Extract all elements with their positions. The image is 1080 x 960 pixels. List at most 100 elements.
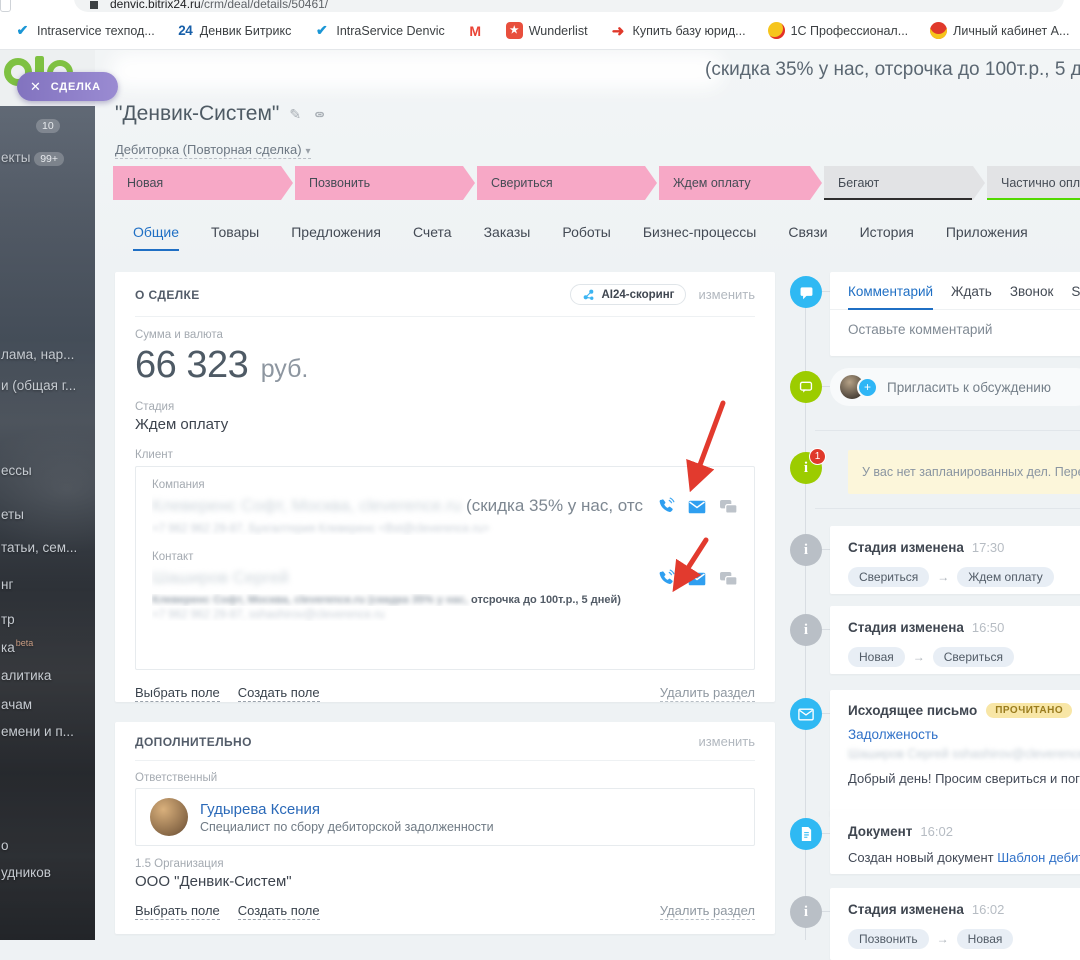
bookmark-1c-professional[interactable]: 1С Профессионал...	[768, 22, 909, 39]
sidebar-feed-badge: 10	[36, 117, 60, 133]
bookmark-buy-database[interactable]: ➜ Купить базу юрид...	[610, 22, 746, 39]
stage-label: Стадия	[135, 401, 755, 413]
tab-quotes[interactable]: Предложения	[291, 224, 381, 251]
timeline-item-outgoing-email[interactable]: Исходящее письмо ПРОЧИТАНО 16:46 Задолже…	[830, 690, 1080, 816]
stage-partially-paid[interactable]: Частично опла	[987, 166, 1080, 200]
company-name[interactable]: Клеверенс Софт, Москва, cleverence.ru (с…	[152, 494, 644, 518]
sidebar-item-reports[interactable]: еты	[1, 507, 24, 522]
email-subject-link[interactable]: Задолженость	[848, 727, 1077, 742]
timeline-item-document[interactable]: Документ16:02 Создан новый документ Шабл…	[830, 810, 1080, 874]
tab-comment[interactable]: Комментарий	[848, 284, 933, 310]
document-link[interactable]: Шаблон дебиторка	[997, 850, 1080, 865]
check-icon: ✔	[14, 22, 31, 39]
phone-icon[interactable]	[656, 569, 675, 588]
tab-invoices[interactable]: Счета	[413, 224, 452, 251]
select-field-link[interactable]: Выбрать поле	[135, 903, 220, 920]
invite-to-discussion[interactable]: + Пригласить к обсуждению	[830, 368, 1080, 406]
sidebar-item-end-analytics[interactable]: алитика	[1, 668, 51, 683]
delete-section-link[interactable]: Удалить раздел	[660, 903, 755, 920]
tab-call[interactable]: Звонок	[1010, 284, 1054, 309]
organization-label: 1.5 Организация	[135, 858, 755, 870]
sidebar-background-photo	[0, 106, 95, 940]
sidebar-item-ads[interactable]: лама, нар...	[1, 347, 74, 362]
ai-scoring-button[interactable]: AI24-скоринг	[570, 284, 686, 305]
bookmark-label: Wunderlist	[529, 24, 588, 38]
arrow-right-icon: →	[937, 932, 949, 946]
create-field-link[interactable]: Создать поле	[238, 903, 320, 920]
sidebar-item-common[interactable]: и (общая г...	[1, 378, 76, 393]
tab-sms[interactable]: SMS	[1071, 284, 1080, 309]
edit-title-icon[interactable]: ✎	[289, 106, 301, 123]
edit-section-link[interactable]: изменить	[698, 287, 755, 302]
additional-card: ДОПОЛНИТЕЛЬНО изменить Ответственный Гуд…	[115, 722, 775, 934]
info-icon: i	[790, 614, 822, 646]
contact-name[interactable]: Шаширов Сергей	[152, 566, 644, 590]
tab-orders[interactable]: Заказы	[484, 224, 531, 251]
create-field-link[interactable]: Создать поле	[238, 685, 320, 702]
edit-section-link[interactable]: изменить	[698, 734, 755, 749]
sidebar-item-analytics-beta[interactable]: каbeta	[1, 638, 33, 655]
sidebar-item-projects[interactable]: екты 99+	[1, 150, 64, 166]
bookmark-intraservice[interactable]: ✔ Intraservice техпод...	[14, 22, 155, 39]
stage-new[interactable]: Новая	[113, 166, 293, 200]
responsible-box: Гудырева Ксения Специалист по сбору деби…	[135, 788, 755, 846]
url-domain: denvic.bitrix24.ru	[110, 0, 201, 11]
delete-section-link[interactable]: Удалить раздел	[660, 685, 755, 702]
address-bar[interactable]: denvic.bitrix24.ru/crm/deal/details/5046…	[74, 0, 1064, 12]
copy-link-icon[interactable]	[311, 107, 326, 122]
bookmark-gmail[interactable]: M	[467, 22, 484, 39]
tab-business-processes[interactable]: Бизнес-процессы	[643, 224, 756, 251]
bookmark-wunderlist[interactable]: ★ Wunderlist	[506, 22, 588, 39]
tab-wait[interactable]: Ждать	[951, 284, 992, 309]
sidebar-item-center[interactable]: тр	[1, 612, 15, 627]
timeline-item-stage-change[interactable]: Стадия изменена16:02 Позвонить → Новая	[830, 888, 1080, 960]
chat-icon[interactable]	[719, 571, 738, 587]
stage-running[interactable]: Бегают	[824, 166, 985, 200]
deal-title-line2: "Денвик-Систем" ✎	[115, 102, 326, 126]
site-favicon	[90, 1, 98, 9]
timeline-item-stage-change[interactable]: Стадия изменена17:30 Свериться → Ждем оп…	[830, 526, 1080, 594]
email-icon[interactable]	[688, 500, 706, 514]
tab-products[interactable]: Товары	[211, 224, 259, 251]
bookmark-bitrix24[interactable]: 24 Денвик Битрикс	[177, 22, 292, 39]
check-icon: ✔	[313, 22, 330, 39]
stage-call[interactable]: Позвонить	[295, 166, 475, 200]
sidebar-item-o[interactable]: о	[1, 838, 9, 853]
notification-badge: 1	[809, 448, 826, 465]
no-planned-activities-banner[interactable]: У вас нет запланированных дел. Передвин	[848, 450, 1080, 494]
tab-apps[interactable]: Приложения	[946, 224, 1028, 251]
stage-verify[interactable]: Свериться	[477, 166, 657, 200]
comment-input[interactable]: Оставьте комментарий	[830, 310, 1080, 349]
chat-icon[interactable]	[719, 499, 738, 515]
bookmark-personal-cabinet[interactable]: Личный кабинет А...	[930, 22, 1069, 39]
tab-general[interactable]: Общие	[133, 224, 179, 251]
close-slider-button[interactable]: ✕ СДЕЛКА	[17, 72, 118, 101]
tab-robots[interactable]: Роботы	[562, 224, 610, 251]
email-icon[interactable]	[688, 572, 706, 586]
tab-links[interactable]: Связи	[788, 224, 827, 251]
deal-category-selector[interactable]: Дебиторка (Повторная сделка)▾	[115, 142, 311, 159]
bookmark-label: IntraService Denvic	[336, 24, 444, 38]
bookmark-intraservice-denvic[interactable]: ✔ IntraService Denvic	[313, 22, 444, 39]
client-label: Клиент	[135, 449, 755, 461]
sidebar-item-employees[interactable]: удников	[1, 865, 51, 880]
phone-icon[interactable]	[656, 497, 675, 516]
sidebar-item-marketing[interactable]: нг	[1, 577, 13, 592]
tab-history[interactable]: История	[860, 224, 914, 251]
ai-molecule-icon	[582, 288, 595, 301]
contact-actions	[656, 566, 738, 588]
about-deal-card: О СДЕЛКЕ AI24-скоринг изменить Сумма и в…	[115, 272, 775, 702]
stage-awaiting-payment[interactable]: Ждем оплату	[659, 166, 822, 200]
timeline-item-stage-change[interactable]: Стадия изменена16:50 Новая → Свериться	[830, 606, 1080, 674]
chevron-down-icon: ▾	[306, 146, 311, 157]
bookmark-label: Купить базу юрид...	[633, 24, 746, 38]
responsible-name-link[interactable]: Гудырева Ксения	[200, 801, 494, 818]
sidebar-item-time[interactable]: емени и п...	[1, 724, 74, 739]
read-status-badge: ПРОЧИТАНО	[986, 703, 1072, 718]
sidebar-item-articles[interactable]: татьи, сем...	[1, 540, 77, 555]
sidebar-item-tasks[interactable]: ачам	[1, 697, 32, 712]
sidebar-item-processes[interactable]: ессы	[1, 463, 32, 478]
responsible-label: Ответственный	[135, 772, 755, 784]
select-field-link[interactable]: Выбрать поле	[135, 685, 220, 702]
bookmarks-bar: ✔ Intraservice техпод... 24 Денвик Битри…	[0, 12, 1080, 50]
